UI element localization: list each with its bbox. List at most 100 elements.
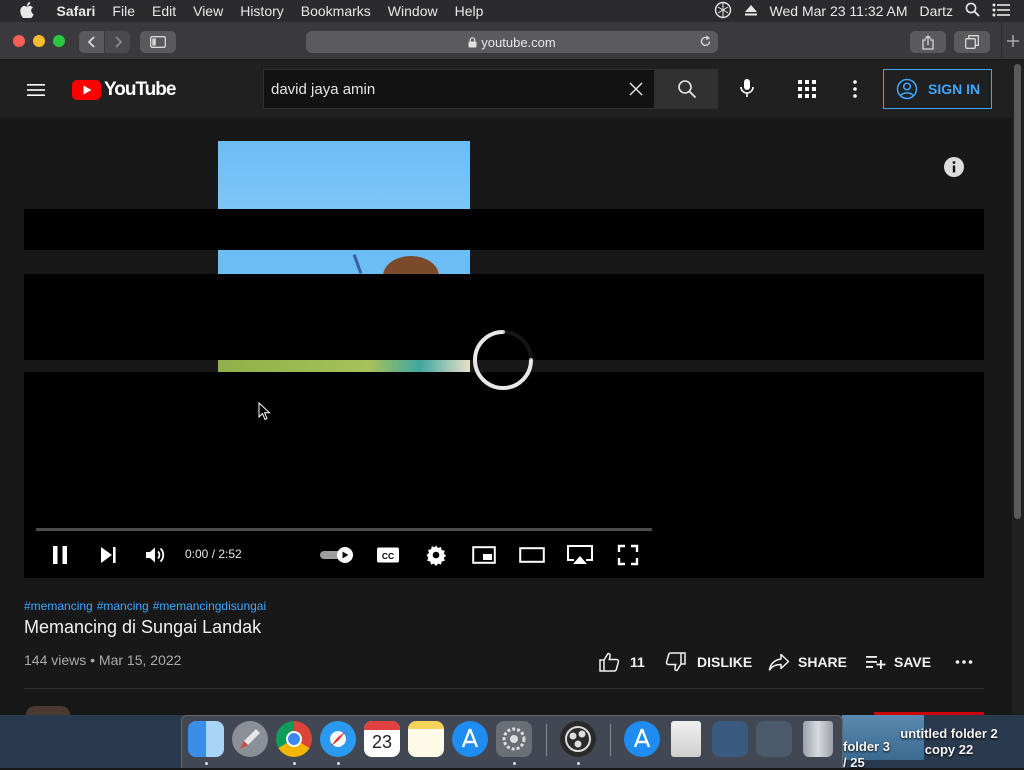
dock-separator <box>546 724 547 756</box>
like-button[interactable]: 11 <box>598 651 645 673</box>
settings-more-button[interactable] <box>844 78 866 100</box>
theater-mode-icon <box>519 547 545 563</box>
spotlight-search-icon[interactable] <box>959 2 986 20</box>
skip-next-icon <box>101 547 116 563</box>
menu-user-name[interactable]: Dartz <box>914 3 959 19</box>
airplay-button[interactable] <box>565 541 595 569</box>
desktop-file-label[interactable]: untitled folder 2 copy 22 <box>893 726 1005 758</box>
app-store-icon[interactable] <box>452 721 488 757</box>
settings-button[interactable] <box>422 541 450 569</box>
video-progress-bar[interactable] <box>36 528 652 531</box>
channel-avatar[interactable] <box>26 706 70 715</box>
cursor-arrow-icon <box>258 401 271 421</box>
page-scrollbar-thumb[interactable] <box>1014 64 1021 519</box>
render-gap <box>470 141 984 209</box>
desktop-file-label[interactable]: folder 3 <box>843 739 903 754</box>
gear-icon <box>502 727 526 751</box>
reload-icon[interactable] <box>699 35 712 48</box>
more-actions-button[interactable] <box>955 651 973 673</box>
hashtag-link[interactable]: #memancingdisungai <box>153 599 266 613</box>
search-button[interactable] <box>655 69 718 109</box>
trash-icon[interactable] <box>803 721 833 757</box>
subtitles-button[interactable]: CC <box>374 541 402 569</box>
menu-help[interactable]: Help <box>446 3 492 19</box>
search-input[interactable]: david jaya amin <box>263 69 655 109</box>
autoplay-toggle[interactable] <box>319 541 355 569</box>
safari-icon[interactable] <box>320 721 356 757</box>
autoplay-toggle-icon <box>320 547 353 563</box>
miniplayer-button[interactable] <box>470 541 498 569</box>
clear-search-icon[interactable] <box>629 82 643 96</box>
sign-in-label: SIGN IN <box>928 81 981 97</box>
share-label: SHARE <box>798 654 848 670</box>
apple-menu-icon[interactable] <box>0 1 48 21</box>
section-divider <box>24 688 984 689</box>
fullscreen-button[interactable] <box>614 541 642 569</box>
theater-mode-button[interactable] <box>518 541 546 569</box>
back-button[interactable] <box>79 31 104 53</box>
minimize-window-button[interactable] <box>33 35 45 47</box>
menu-view[interactable]: View <box>185 3 232 19</box>
notes-icon[interactable] <box>408 721 444 757</box>
documents-icon[interactable] <box>671 721 701 757</box>
svg-text:CC: CC <box>382 551 394 561</box>
youtube-logo[interactable]: YouTube <box>72 79 176 101</box>
share-button[interactable] <box>910 31 946 53</box>
microphone-icon <box>740 79 754 97</box>
dock-separator <box>610 724 611 756</box>
hashtag-link[interactable]: #mancing <box>97 599 149 613</box>
system-preferences-icon[interactable] <box>496 721 532 757</box>
next-video-button[interactable] <box>94 541 122 569</box>
voice-search-button[interactable] <box>735 76 759 100</box>
calendar-icon[interactable]: 23 <box>364 721 400 757</box>
sign-in-button[interactable]: SIGN IN <box>883 69 992 109</box>
menu-file[interactable]: File <box>104 3 144 19</box>
obs-icon[interactable] <box>560 721 596 757</box>
finder-icon[interactable] <box>188 721 224 757</box>
hashtag-link[interactable]: #memancing <box>24 599 93 613</box>
notification-center-icon[interactable] <box>986 3 1024 20</box>
video-title: Memancing di Sungai Landak <box>24 617 262 637</box>
menu-app-name[interactable]: Safari <box>48 3 104 19</box>
hamburger-menu-icon <box>27 84 45 96</box>
youtube-logo-text: YouTube <box>104 79 176 100</box>
menu-history[interactable]: History <box>232 3 293 19</box>
tabs-icon <box>965 35 979 49</box>
menu-clock[interactable]: Wed Mar 23 11:32 AM <box>764 3 914 19</box>
video-info-button[interactable] <box>943 156 965 178</box>
apps-grid-icon <box>798 80 816 98</box>
forward-button[interactable] <box>105 31 130 53</box>
mute-button[interactable] <box>141 541 169 569</box>
apps-button[interactable] <box>796 78 818 100</box>
menu-bookmarks[interactable]: Bookmarks <box>292 3 379 19</box>
launchpad-icon[interactable] <box>232 721 268 757</box>
menu-edit[interactable]: Edit <box>143 3 184 19</box>
video-frame-ground <box>218 360 470 372</box>
fullscreen-icon <box>617 544 639 566</box>
dislike-button[interactable]: DISLIKE <box>665 651 752 673</box>
address-bar[interactable]: youtube.com <box>306 31 718 53</box>
time-display: 0:00 / 2:52 <box>185 547 242 561</box>
menu-window[interactable]: Window <box>379 3 446 19</box>
applications-folder-icon[interactable] <box>624 721 660 757</box>
save-video-button[interactable]: SAVE <box>866 651 931 673</box>
tab-overview-button[interactable] <box>954 31 990 53</box>
chrome-icon[interactable] <box>276 721 312 757</box>
screenshots-stack-icon[interactable] <box>756 721 792 757</box>
screen-recorder-status-icon[interactable] <box>708 1 738 22</box>
sidebar-toggle-button[interactable] <box>140 31 176 53</box>
zoom-window-button[interactable] <box>53 35 65 47</box>
new-tab-button[interactable] <box>1001 22 1024 60</box>
close-window-button[interactable] <box>13 35 25 47</box>
eject-icon[interactable] <box>738 3 764 20</box>
downloads-stack-icon[interactable] <box>712 721 748 757</box>
pause-button[interactable] <box>46 541 74 569</box>
miniplayer-icon <box>472 546 496 564</box>
running-indicator <box>577 762 580 765</box>
closed-captions-icon: CC <box>377 547 399 563</box>
guide-menu-button[interactable] <box>24 78 48 102</box>
volume-icon <box>146 547 165 563</box>
share-video-button[interactable]: SHARE <box>768 651 847 673</box>
running-indicator <box>513 762 516 765</box>
app-store-a-icon <box>633 728 651 748</box>
